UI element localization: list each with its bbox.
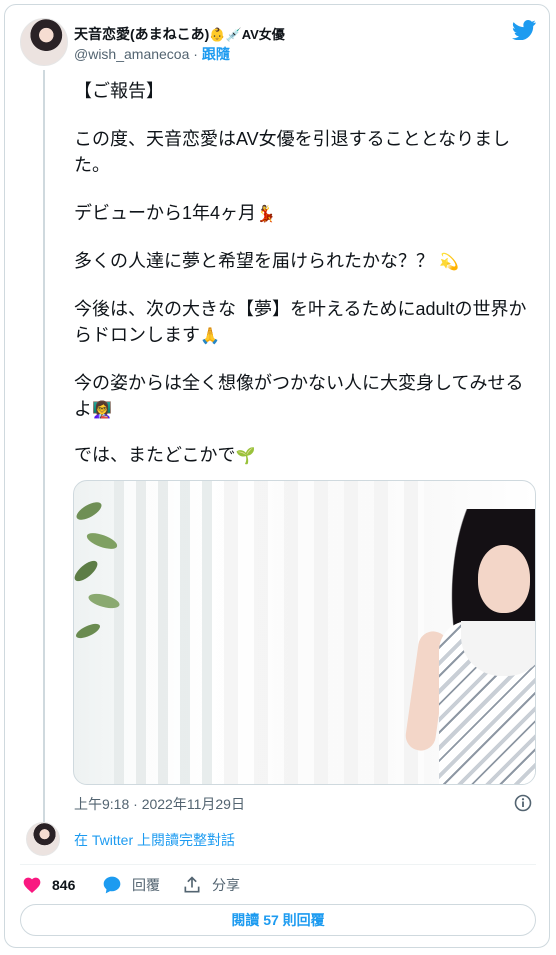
- plant-leaves-icon: [74, 502, 120, 639]
- reply-label: 回覆: [132, 877, 160, 893]
- thread-line: [43, 70, 45, 825]
- author-display-name[interactable]: 天音恋愛(あまねこあ)👶💉AV女優: [74, 24, 285, 44]
- thread-author-avatar[interactable]: [26, 822, 60, 856]
- display-name-emojis: 👶💉AV女優: [209, 27, 285, 42]
- tweet-line-4: 多くの人達に夢と希望を届けられたかな？？ 💫: [74, 248, 534, 276]
- photo-subject-dress: [439, 621, 535, 784]
- display-name-text: 天音恋愛(あまねこあ): [74, 26, 210, 42]
- read-full-conversation-link[interactable]: 在 Twitter 上閱讀完整對話: [74, 830, 235, 850]
- tweet-line-6-text: 今の姿からは全く想像がつかない人に大変身してみせるよ: [74, 373, 524, 419]
- tweet-line-1: 【ご報告】: [74, 81, 164, 101]
- tweet-line-3: デビューから1年4ヶ月💃: [74, 200, 534, 228]
- handle-separator: ·: [193, 46, 198, 62]
- dancer-emoji-icon: 💃: [256, 206, 276, 223]
- dizzy-emoji-icon: 💫: [439, 254, 459, 271]
- tweet-line-5-text: 今後は、次の大きな【夢】を叶えるためにadultの世界からドロンします: [74, 299, 527, 345]
- tweet-line-2: この度、天音恋愛はAV女優を引退することとなりました。: [74, 129, 511, 175]
- tweet-line-7-text: では、またどこかで: [74, 445, 236, 465]
- twitter-bird-icon[interactable]: [512, 20, 536, 40]
- tweet-line-4-text: 多くの人達に夢と希望を届けられたかな？？: [74, 251, 434, 271]
- author-handle-row: @wish_amanecoa · 跟隨: [74, 44, 230, 64]
- share-label: 分享: [212, 877, 240, 893]
- tweet-line-6: 今の姿からは全く想像がつかない人に大変身してみせるよ👩‍🏫: [74, 370, 534, 424]
- reply-button[interactable]: 回覆: [102, 874, 160, 896]
- tweet-photo[interactable]: [73, 480, 536, 785]
- share-button[interactable]: 分享: [182, 874, 240, 896]
- info-icon[interactable]: [514, 794, 532, 812]
- tweet-line-5: 今後は、次の大きな【夢】を叶えるためにadultの世界からドロンします🙏: [74, 296, 534, 350]
- heart-icon: [23, 877, 41, 893]
- teacher-emoji-icon: 👩‍🏫: [92, 402, 112, 419]
- author-avatar[interactable]: [20, 18, 68, 66]
- curtain-right: [224, 481, 424, 784]
- reply-icon: [103, 876, 121, 894]
- follow-button[interactable]: 跟隨: [202, 46, 230, 62]
- pray-emoji-icon: 🙏: [200, 328, 220, 345]
- share-icon: [184, 876, 200, 893]
- like-count: 846: [52, 877, 76, 893]
- tweet-line-7: では、またどこかで🌱: [74, 442, 534, 470]
- author-handle[interactable]: @wish_amanecoa: [74, 46, 189, 62]
- actions-divider: [20, 864, 536, 865]
- read-replies-button[interactable]: 閱讀 57 則回覆: [20, 904, 536, 936]
- seedling-emoji-icon: 🌱: [235, 448, 256, 465]
- photo-subject-face: [478, 545, 530, 613]
- tweet-line-3-text: デビューから1年4ヶ月: [74, 203, 257, 223]
- tweet-timestamp[interactable]: 上午9:18 · 2022年11月29日: [74, 794, 245, 814]
- like-button[interactable]: 846: [22, 874, 75, 896]
